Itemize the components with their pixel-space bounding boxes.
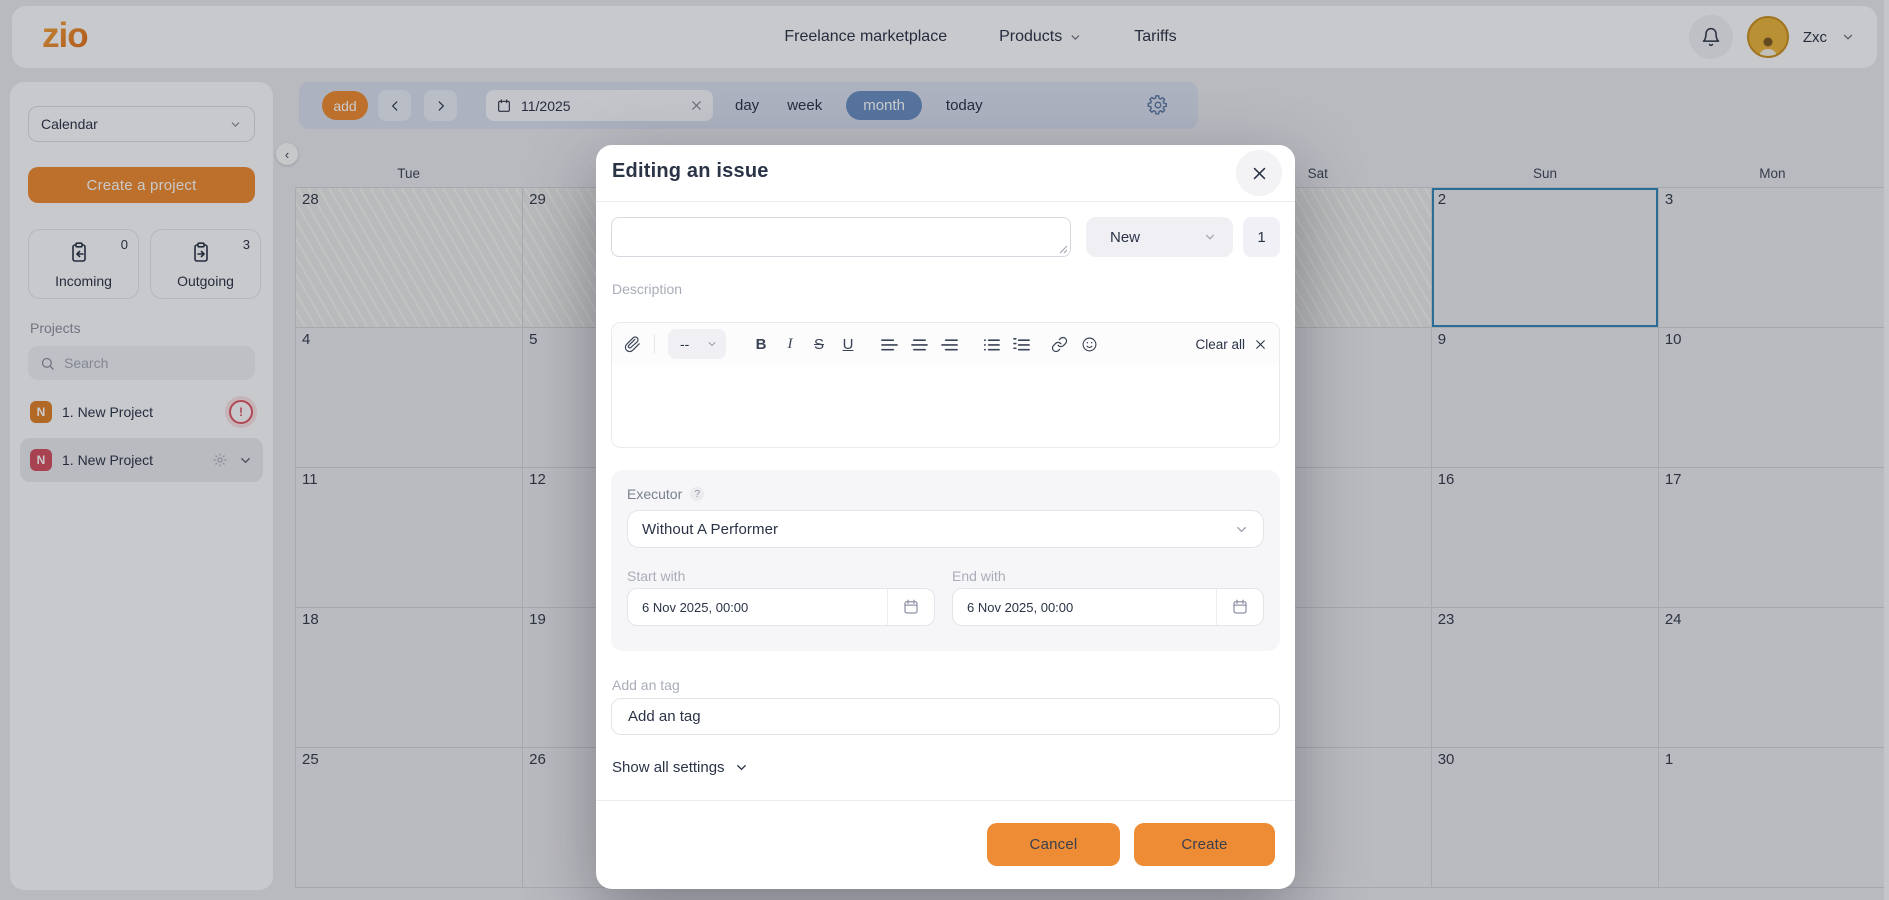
close-icon [1251, 165, 1268, 182]
align-center-icon[interactable] [911, 337, 928, 351]
modal-title: Editing an issue [612, 160, 769, 183]
footer-divider [596, 800, 1295, 801]
chevron-down-icon [1203, 230, 1217, 244]
close-modal-button[interactable] [1236, 150, 1282, 196]
attachment-icon[interactable] [624, 336, 641, 353]
editor-toolbar: -- B I S U [612, 323, 1279, 365]
end-date-value: 6 Nov 2025, 00:00 [953, 600, 1216, 615]
tag-input[interactable]: Add an tag [611, 698, 1280, 735]
issue-title-textarea[interactable] [611, 217, 1071, 257]
link-icon[interactable] [1051, 336, 1068, 353]
status-select-value: New [1110, 229, 1140, 246]
executor-select-value: Without A Performer [642, 521, 778, 538]
status-select[interactable]: New [1086, 217, 1233, 257]
bold-button[interactable]: B [753, 336, 769, 353]
executor-select[interactable]: Without A Performer [627, 510, 1264, 548]
end-with-label: End with [952, 568, 1006, 584]
end-date-input[interactable]: 6 Nov 2025, 00:00 [952, 588, 1264, 626]
close-icon [1254, 338, 1267, 351]
start-with-label: Start with [627, 568, 685, 584]
end-date-picker-button[interactable] [1216, 589, 1263, 625]
font-select[interactable]: -- [668, 329, 726, 359]
tag-input-placeholder: Add an tag [628, 708, 701, 725]
description-editor-body[interactable] [612, 365, 1279, 448]
help-icon[interactable]: ? [690, 487, 704, 501]
create-button[interactable]: Create [1134, 823, 1275, 866]
underline-button[interactable]: U [840, 336, 856, 353]
font-select-value: -- [680, 336, 689, 352]
clear-all-button[interactable]: Clear all [1195, 337, 1267, 352]
numbered-list-icon[interactable] [1013, 337, 1030, 351]
edit-issue-modal: Editing an issue New 1 Description [596, 145, 1295, 889]
strikethrough-button[interactable]: S [811, 336, 827, 353]
show-all-settings-button[interactable]: Show all settings [612, 759, 749, 776]
chevron-down-icon [1234, 522, 1249, 537]
start-date-picker-button[interactable] [887, 589, 934, 625]
show-all-settings-label: Show all settings [612, 759, 725, 776]
align-right-icon[interactable] [941, 337, 958, 351]
bullet-list-icon[interactable] [983, 337, 1000, 351]
executor-panel: Executor ? Without A Performer Start wit… [611, 470, 1280, 651]
description-label: Description [612, 281, 682, 297]
executor-label: Executor [627, 486, 682, 502]
description-editor: -- B I S U [611, 322, 1280, 448]
toolbar-divider [654, 334, 655, 354]
modal-header: Editing an issue [596, 145, 1295, 201]
clear-all-label: Clear all [1195, 337, 1245, 352]
start-date-input[interactable]: 6 Nov 2025, 00:00 [627, 588, 935, 626]
page: zio Freelance marketplaceProductsTariffs… [0, 0, 1889, 900]
emoji-icon[interactable] [1081, 336, 1098, 353]
tag-label: Add an tag [612, 677, 680, 693]
chevron-down-icon [734, 760, 749, 775]
header-divider [596, 201, 1295, 202]
start-date-value: 6 Nov 2025, 00:00 [628, 600, 887, 615]
chevron-down-icon [706, 338, 718, 350]
align-left-icon[interactable] [881, 337, 898, 351]
resize-handle-icon[interactable] [1059, 245, 1068, 254]
issue-counter: 1 [1243, 217, 1280, 257]
italic-button[interactable]: I [782, 336, 798, 353]
cancel-button[interactable]: Cancel [987, 823, 1120, 866]
